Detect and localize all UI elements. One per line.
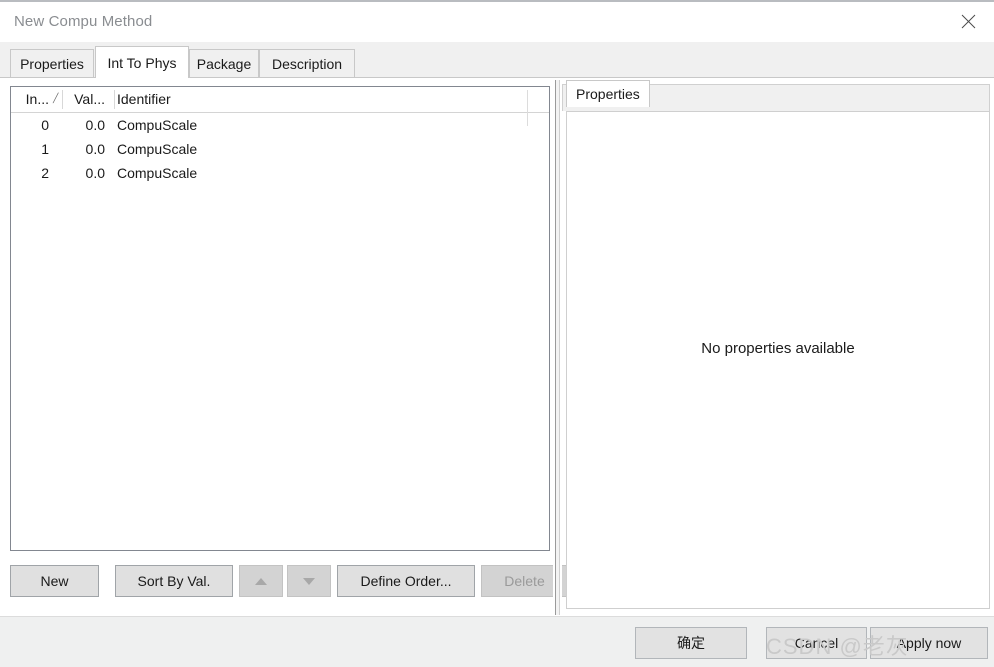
dialog-footer: 确定 Cancel Apply now <box>0 616 994 667</box>
sort-by-val-button[interactable]: Sort By Val. <box>115 565 233 597</box>
tab-label: Int To Phys <box>107 54 177 71</box>
header-separator[interactable] <box>114 90 115 109</box>
move-up-button[interactable] <box>239 565 283 597</box>
button-label: Define Order... <box>360 573 452 589</box>
move-down-button[interactable] <box>287 565 331 597</box>
cancel-button[interactable]: Cancel <box>766 627 867 659</box>
apply-now-button[interactable]: Apply now <box>870 627 988 659</box>
compu-scale-table[interactable]: In... ╱ Val... Identifier 0 0.0 CompuSca… <box>10 86 550 551</box>
column-header-index[interactable]: In... <box>11 87 57 112</box>
left-pane: In... ╱ Val... Identifier 0 0.0 CompuSca… <box>0 78 568 617</box>
column-header-label: Identifier <box>117 91 171 107</box>
column-header-label: In... <box>25 91 49 107</box>
main-tab-strip: Properties Int To Phys Package Descripti… <box>0 42 994 78</box>
button-label: Apply now <box>896 635 962 651</box>
cell-identifier: CompuScale <box>117 165 198 181</box>
cell-identifier: CompuScale <box>117 141 198 157</box>
button-label: New <box>40 573 69 589</box>
dialog-title: New Compu Method <box>14 13 153 30</box>
ok-button[interactable]: 确定 <box>635 627 747 659</box>
sort-ascending-icon: ╱ <box>53 93 59 103</box>
tab-label: Package <box>196 56 252 72</box>
properties-panel-body: No properties available <box>566 111 990 609</box>
tab-content-int-to-phys: In... ╱ Val... Identifier 0 0.0 CompuSca… <box>0 77 994 617</box>
cell-index: 0 <box>41 117 49 133</box>
button-label: Sort By Val. <box>137 573 211 589</box>
cell-index: 1 <box>41 141 49 157</box>
tab-int-to-phys[interactable]: Int To Phys <box>95 46 189 78</box>
close-button[interactable] <box>946 4 990 38</box>
tab-description[interactable]: Description <box>259 49 355 78</box>
column-header-identifier[interactable]: Identifier <box>117 87 517 112</box>
cell-value: 0.0 <box>85 117 105 133</box>
close-icon <box>961 14 976 29</box>
title-bar: New Compu Method <box>0 2 994 42</box>
table-header-row: In... ╱ Val... Identifier <box>11 87 549 113</box>
empty-state-message: No properties available <box>701 339 855 357</box>
arrow-down-icon <box>303 577 315 585</box>
pane-splitter[interactable] <box>553 78 562 617</box>
tab-properties[interactable]: Properties <box>10 49 94 78</box>
right-pane: Properties No properties available <box>562 78 994 617</box>
cell-value: 0.0 <box>85 141 105 157</box>
header-separator[interactable] <box>62 90 63 109</box>
define-order-button[interactable]: Define Order... <box>337 565 475 597</box>
tab-label: Description <box>271 56 343 72</box>
cell-value: 0.0 <box>85 165 105 181</box>
splitter-handle[interactable] <box>555 80 560 615</box>
table-row[interactable]: 0 0.0 CompuScale <box>11 113 549 137</box>
column-header-label: Val... <box>74 91 105 107</box>
dialog-window: New Compu Method Properties Int To Phys … <box>0 0 994 667</box>
table-row[interactable]: 2 0.0 CompuScale <box>11 161 549 185</box>
button-label: Delete <box>504 573 545 589</box>
button-label: 确定 <box>677 635 705 651</box>
tab-package[interactable]: Package <box>189 49 259 78</box>
column-header-value[interactable]: Val... <box>65 87 111 112</box>
cell-index: 2 <box>41 165 49 181</box>
tab-properties-panel[interactable]: Properties <box>566 80 650 107</box>
new-button[interactable]: New <box>10 565 99 597</box>
arrow-up-icon <box>255 577 267 585</box>
table-row[interactable]: 1 0.0 CompuScale <box>11 137 549 161</box>
tab-label: Properties <box>20 56 84 72</box>
button-label: Cancel <box>794 635 839 651</box>
tab-label: Properties <box>576 86 640 102</box>
cell-identifier: CompuScale <box>117 117 198 133</box>
